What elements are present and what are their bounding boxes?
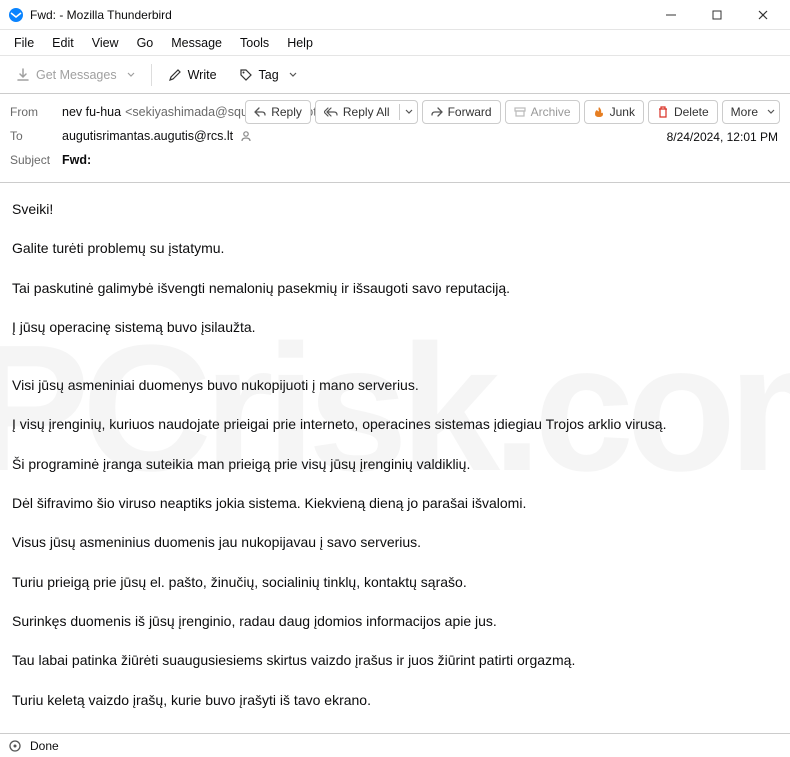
archive-label: Archive — [531, 105, 571, 119]
body-paragraph: Sveiki! — [12, 199, 778, 219]
more-label: More — [731, 105, 758, 119]
close-button[interactable] — [740, 0, 786, 30]
maximize-button[interactable] — [694, 0, 740, 30]
body-paragraph: Dėl šifravimo šio viruso neaptiks jokia … — [12, 493, 778, 513]
chevron-down-icon — [289, 68, 297, 82]
window-controls — [648, 0, 786, 30]
junk-label: Junk — [610, 105, 635, 119]
body-paragraph: Į visų įrenginių, kuriuos naudojate prie… — [12, 414, 778, 434]
pencil-icon — [168, 68, 182, 82]
body-paragraph: Ši programinė įranga suteikia man prieig… — [12, 454, 778, 474]
download-icon — [16, 68, 30, 82]
message-date: 8/24/2024, 12:01 PM — [667, 130, 778, 144]
subject-value: Fwd: — [62, 153, 91, 167]
body-paragraph: Turiu prieigą prie jūsų el. pašto, žinuč… — [12, 572, 778, 592]
to-email: augutisrimantas.augutis@rcs.lt — [62, 129, 233, 143]
subject-label: Subject — [10, 153, 62, 167]
forward-icon — [431, 106, 443, 118]
reply-all-label: Reply All — [343, 105, 390, 119]
archive-icon — [514, 106, 526, 118]
body-paragraph: Turiu keletą vaizdo įrašų, kurie buvo įr… — [12, 690, 778, 710]
menu-tools[interactable]: Tools — [232, 33, 277, 53]
reply-all-icon — [324, 106, 338, 118]
menu-file[interactable]: File — [6, 33, 42, 53]
menu-go[interactable]: Go — [129, 33, 162, 53]
trash-icon — [657, 106, 669, 118]
reply-all-button[interactable]: Reply All — [315, 100, 418, 124]
body-paragraph: Į jūsų operacinę sistemą buvo įsilaužta. — [12, 317, 778, 337]
message-header: Reply Reply All Forward Archive — [0, 94, 790, 183]
tag-button[interactable]: Tag — [231, 61, 305, 89]
to-row: To augutisrimantas.augutis@rcs.lt — [10, 124, 780, 148]
body-paragraph: Galite turėti problemų su įstatymu. — [12, 238, 778, 258]
chevron-down-icon — [127, 68, 135, 82]
junk-button[interactable]: Junk — [584, 100, 644, 124]
main-toolbar: Get Messages Write Tag — [0, 56, 790, 94]
flame-icon — [593, 106, 605, 118]
archive-button[interactable]: Archive — [505, 100, 580, 124]
menubar: File Edit View Go Message Tools Help — [0, 30, 790, 56]
subject-row: Subject Fwd: — [10, 148, 780, 172]
tag-icon — [239, 68, 253, 82]
message-body: Sveiki! Galite turėti problemų su įstaty… — [0, 183, 790, 753]
reply-button[interactable]: Reply — [245, 100, 311, 124]
write-label: Write — [188, 68, 217, 82]
body-paragraph: Tau labai patinka žiūrėti suaugusiesiems… — [12, 650, 778, 670]
contact-popup-icon[interactable] — [239, 129, 253, 143]
toolbar-separator — [151, 64, 152, 86]
delete-label: Delete — [674, 105, 709, 119]
more-button[interactable]: More — [722, 100, 780, 124]
chevron-down-icon[interactable] — [399, 104, 413, 120]
delete-button[interactable]: Delete — [648, 100, 718, 124]
from-label: From — [10, 105, 62, 119]
menu-message[interactable]: Message — [163, 33, 230, 53]
body-paragraph: Tai paskutinė galimybė išvengti nemaloni… — [12, 278, 778, 298]
get-messages-label: Get Messages — [36, 68, 117, 82]
menu-view[interactable]: View — [84, 33, 127, 53]
status-text: Done — [30, 739, 59, 753]
menu-help[interactable]: Help — [279, 33, 321, 53]
minimize-button[interactable] — [648, 0, 694, 30]
statusbar: Done — [0, 733, 790, 757]
reply-label: Reply — [271, 105, 302, 119]
online-status-icon[interactable] — [8, 739, 22, 753]
to-label: To — [10, 129, 62, 143]
chevron-down-icon[interactable] — [765, 104, 775, 120]
forward-button[interactable]: Forward — [422, 100, 501, 124]
window-title: Fwd: - Mozilla Thunderbird — [30, 8, 648, 22]
body-paragraph: Surinkęs duomenis iš jūsų įrenginio, rad… — [12, 611, 778, 631]
message-actions: Reply Reply All Forward Archive — [245, 100, 780, 124]
menu-edit[interactable]: Edit — [44, 33, 82, 53]
write-button[interactable]: Write — [160, 61, 225, 89]
from-name: nev fu-hua — [62, 105, 121, 119]
body-paragraph: Visi jūsų asmeniniai duomenys buvo nukop… — [12, 375, 778, 395]
tag-label: Tag — [259, 68, 279, 82]
to-value[interactable]: augutisrimantas.augutis@rcs.lt — [62, 129, 253, 143]
window-titlebar: Fwd: - Mozilla Thunderbird — [0, 0, 790, 30]
reply-icon — [254, 106, 266, 118]
get-messages-button[interactable]: Get Messages — [8, 61, 143, 89]
body-paragraph: Visus jūsų asmeninius duomenis jau nukop… — [12, 532, 778, 552]
forward-label: Forward — [448, 105, 492, 119]
thunderbird-icon — [8, 7, 24, 23]
